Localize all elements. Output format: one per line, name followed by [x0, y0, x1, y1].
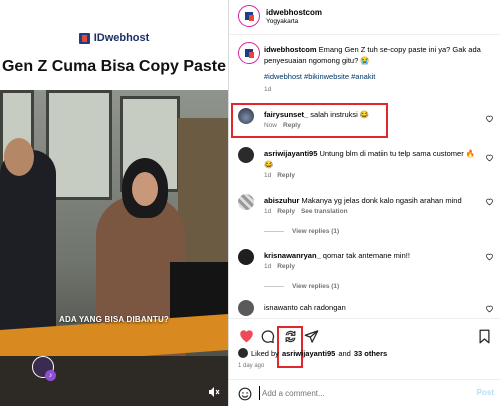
- comment-avatar[interactable]: [238, 249, 254, 265]
- reply-button[interactable]: Reply: [277, 208, 295, 215]
- like-comment-icon[interactable]: [485, 252, 494, 261]
- comment-text: krisnawanryan_ qomar tak antemane min!!: [264, 250, 481, 261]
- comment-button[interactable]: [258, 327, 276, 345]
- comment-body: isnawanto cah radongan: [264, 302, 481, 313]
- comment-content: qomar tak antemane min!!: [322, 251, 410, 260]
- comment-avatar[interactable]: [238, 300, 254, 316]
- comment-username[interactable]: asriwijayanti95: [264, 149, 317, 158]
- send-icon: [304, 329, 318, 343]
- share-button[interactable]: [302, 327, 320, 345]
- view-replies-button[interactable]: View replies (1): [264, 283, 339, 290]
- comment-content: cah radongan: [299, 303, 346, 312]
- caption-age: 1d: [264, 86, 272, 93]
- comment-item: abiszuhur Makanya yg jelas donk kalo nga…: [229, 192, 500, 240]
- comment-item: isnawanto cah radongan: [229, 299, 500, 317]
- caption-body: idwebhostcom Emang Gen Z tuh se-copy pas…: [264, 44, 491, 93]
- brand-name: IDwebhost: [93, 32, 150, 44]
- video-frame: ADA YANG BISA DIBANTU? ♪: [0, 90, 228, 406]
- comment-item: fairysunset_ salah instruksi 😂 Now Reply: [229, 106, 500, 136]
- comment-meta: 1d Reply: [264, 263, 481, 270]
- save-button[interactable]: [475, 327, 493, 345]
- comment-avatar[interactable]: [238, 194, 254, 210]
- comment-text: asriwijayanti95 Untung blm di matiin tu …: [264, 148, 481, 170]
- comment-text: isnawanto cah radongan: [264, 302, 481, 313]
- like-comment-icon[interactable]: [485, 153, 494, 162]
- comment-username[interactable]: abiszuhur: [264, 196, 299, 205]
- liker-avatar: [238, 348, 248, 358]
- comment-icon: [261, 329, 274, 343]
- comment-body: abiszuhur Makanya yg jelas donk kalo nga…: [264, 195, 481, 215]
- video-brand: IDwebhost: [0, 32, 228, 44]
- comment-avatar[interactable]: [238, 108, 254, 124]
- caption-username[interactable]: idwebhostcom: [264, 45, 317, 54]
- comment-body: krisnawanryan_ qomar tak antemane min!! …: [264, 250, 481, 270]
- reply-button[interactable]: Reply: [277, 263, 295, 270]
- header-username[interactable]: idwebhostcom: [266, 8, 322, 17]
- comment-text: abiszuhur Makanya yg jelas donk kalo nga…: [264, 195, 481, 206]
- like-comment-icon[interactable]: [485, 114, 494, 123]
- comment-text: fairysunset_ salah instruksi 😂: [264, 109, 481, 120]
- reply-button[interactable]: Reply: [277, 172, 295, 179]
- comment-username[interactable]: krisnawanryan_: [264, 251, 321, 260]
- comment-meta: 1d Reply: [264, 172, 481, 179]
- person-man-head: [4, 138, 34, 176]
- comment-meta: Now Reply: [264, 122, 481, 129]
- likes-joiner: and: [338, 348, 351, 358]
- person-woman-face: [132, 172, 158, 206]
- comment-content: salah instruksi 😂: [310, 110, 370, 119]
- emoji-icon[interactable]: [238, 387, 252, 401]
- post-comment-button[interactable]: Post: [477, 388, 494, 397]
- comment-username[interactable]: fairysunset_: [264, 110, 308, 119]
- account-avatar[interactable]: [238, 5, 260, 27]
- comment-age: 1d: [264, 208, 272, 215]
- comment-input[interactable]: [259, 386, 459, 400]
- repost-button[interactable]: [281, 327, 299, 345]
- view-replies-button[interactable]: View replies (1): [264, 228, 339, 235]
- caption-hashtags[interactable]: #idwebhost #bikinwebsite #anakit: [264, 72, 491, 81]
- caption-avatar[interactable]: [238, 42, 260, 64]
- caption-text: idwebhostcom Emang Gen Z tuh se-copy pas…: [264, 44, 491, 66]
- comment-age: 1d: [264, 172, 272, 179]
- idwebhost-logo-icon: [241, 45, 257, 61]
- reel-video[interactable]: IDwebhost Gen Z Cuma Bisa Copy Paste ADA…: [0, 0, 228, 406]
- post-timestamp[interactable]: 1 day ago: [238, 363, 264, 369]
- bookmark-icon: [479, 329, 489, 343]
- post-details-panel: idwebhostcom Yogyakarta idwebhostcom Ema…: [228, 0, 500, 406]
- repost-icon: [285, 330, 295, 342]
- add-comment-bar: Post: [229, 379, 500, 406]
- comment-body: fairysunset_ salah instruksi 😂 Now Reply: [264, 109, 481, 129]
- comment-age: 1d: [264, 263, 272, 270]
- like-button[interactable]: [237, 327, 255, 345]
- instagram-post-view: IDwebhost Gen Z Cuma Bisa Copy Paste ADA…: [0, 0, 500, 406]
- like-comment-icon[interactable]: [485, 197, 494, 206]
- comment-age: Now: [264, 122, 278, 129]
- comment-body: asriwijayanti95 Untung blm di matiin tu …: [264, 148, 481, 179]
- see-translation-button[interactable]: See translation: [301, 208, 348, 215]
- comment-content: Makanya yg jelas donk kalo ngasih arahan…: [301, 196, 462, 205]
- comment-item: asriwijayanti95 Untung blm di matiin tu …: [229, 145, 500, 183]
- video-title: Gen Z Cuma Bisa Copy Paste: [1, 58, 227, 75]
- post-header: idwebhostcom Yogyakarta: [229, 0, 500, 35]
- reply-button[interactable]: Reply: [283, 122, 301, 129]
- comment-username[interactable]: isnawanto: [264, 303, 298, 312]
- comment-avatar[interactable]: [238, 147, 254, 163]
- video-subtitle: ADA YANG BISA DIBANTU?: [58, 315, 170, 324]
- header-location[interactable]: Yogyakarta: [266, 18, 298, 25]
- heart-filled-icon: [239, 330, 253, 343]
- likes-prefix: Liked by: [251, 348, 279, 358]
- comment-item: krisnawanryan_ qomar tak antemane min!! …: [229, 247, 500, 295]
- likes-others-link[interactable]: 33 others: [354, 349, 387, 358]
- comment-meta: 1d Reply See translation: [264, 208, 481, 215]
- likes-summary: Liked by asriwijayanti95 and 33 others: [238, 348, 387, 358]
- mute-icon[interactable]: [208, 386, 220, 398]
- like-comment-icon[interactable]: [485, 304, 494, 313]
- audio-icon[interactable]: ♪: [45, 370, 56, 381]
- idwebhost-logo-icon: [78, 32, 90, 44]
- idwebhost-logo-icon: [241, 8, 257, 24]
- post-caption: idwebhostcom Emang Gen Z tuh se-copy pas…: [229, 40, 500, 100]
- liker-username[interactable]: asriwijayanti95: [282, 349, 335, 358]
